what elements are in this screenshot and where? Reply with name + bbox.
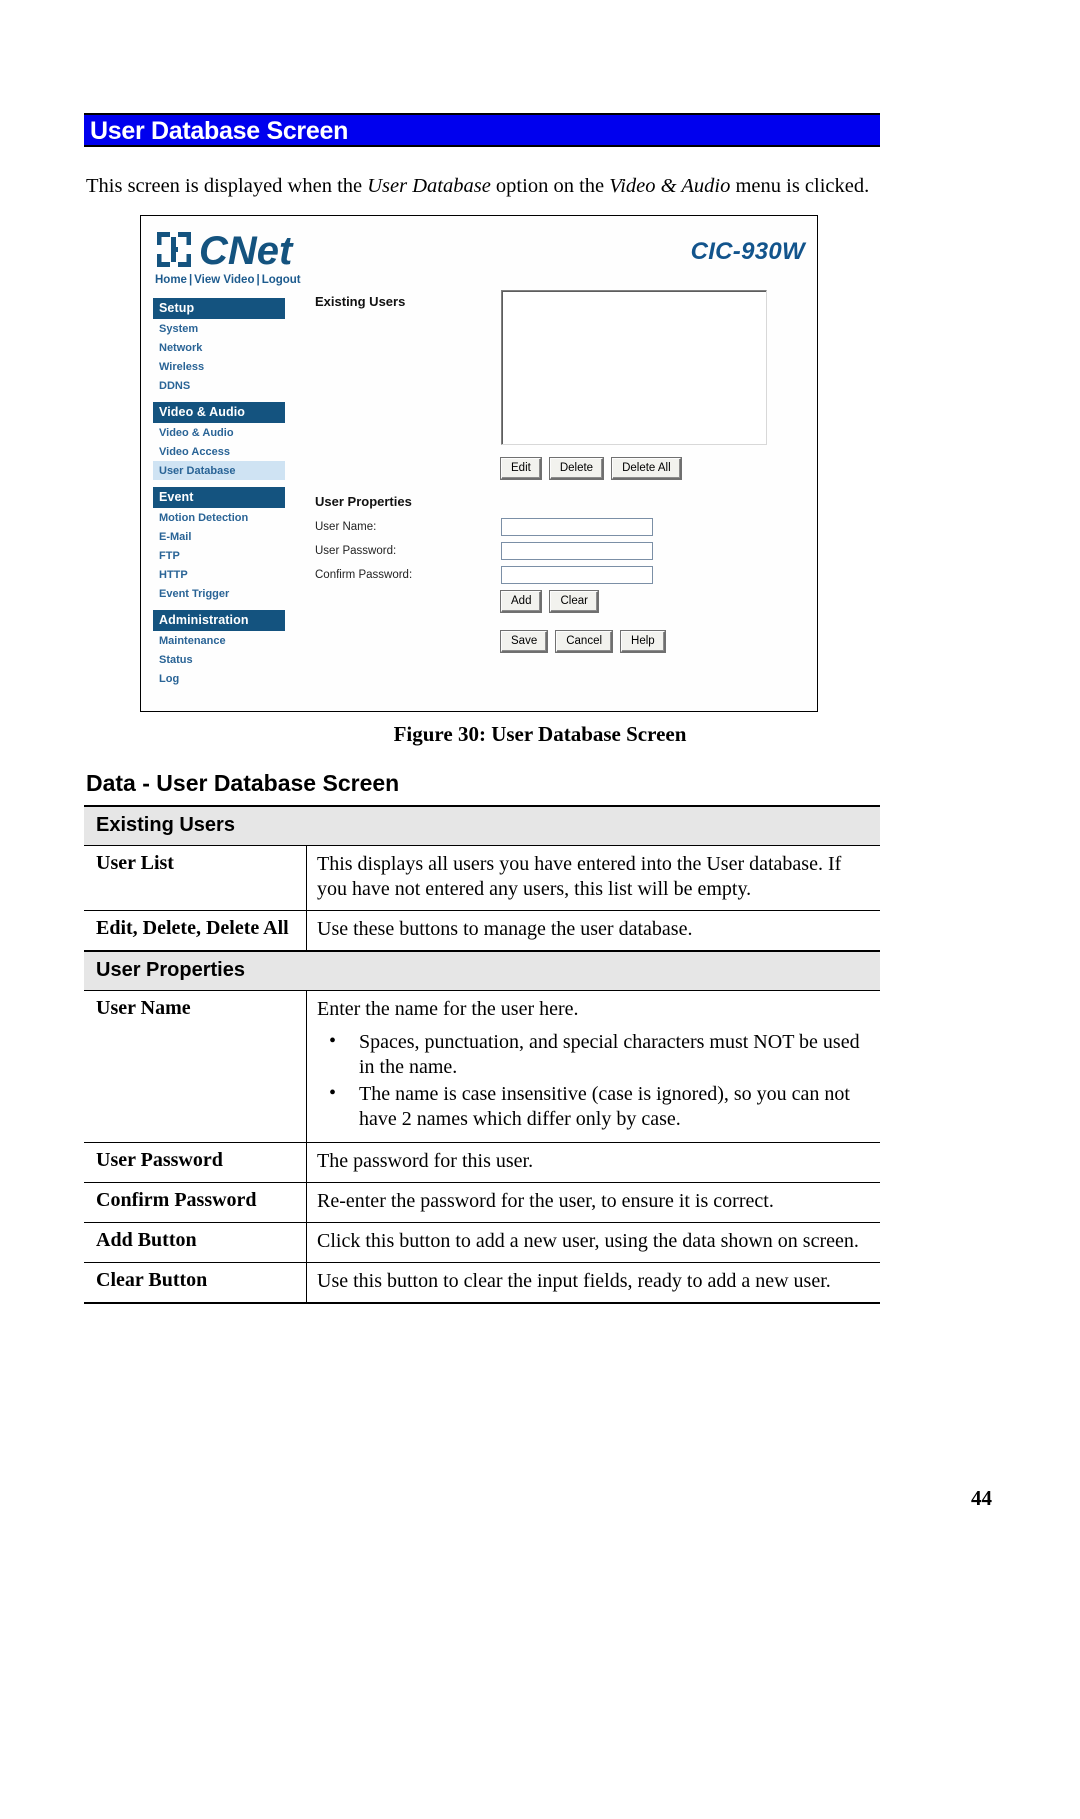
table-row: User Name Enter the name for the user he… <box>84 990 880 1143</box>
svg-text:CNet: CNet <box>199 229 294 273</box>
sidebar-item-network[interactable]: Network <box>153 338 285 357</box>
field-row-confirm-password: Confirm Password: <box>315 566 765 590</box>
intro-paragraph: This screen is displayed when the User D… <box>86 173 886 199</box>
row-value-user-list: This displays all users you have entered… <box>306 845 880 911</box>
user-password-input[interactable] <box>501 542 653 560</box>
edit-button[interactable]: Edit <box>501 458 541 479</box>
link-view-video[interactable]: View Video <box>194 274 254 286</box>
nav-header-video-audio: Video & Audio <box>153 402 285 423</box>
clear-button[interactable]: Clear <box>550 591 598 612</box>
sidebar-item-email[interactable]: E-Mail <box>153 527 285 546</box>
sidebar-item-log[interactable]: Log <box>153 669 285 688</box>
list-buttons-row: Edit Delete Delete All <box>501 458 690 479</box>
group-label-user-properties: User Properties <box>84 950 880 991</box>
page-title: User Database Screen <box>90 117 349 145</box>
row-value-user-password: The password for this user. <box>306 1142 880 1183</box>
sidebar-item-video-access[interactable]: Video Access <box>153 442 285 461</box>
device-model-label: CIC-930W <box>690 238 805 265</box>
group-label-existing-users: Existing Users <box>84 805 880 846</box>
user-name-bullet-list: Spaces, punctuation, and special charact… <box>317 1029 870 1132</box>
row-value-add-button: Click this button to add a new user, usi… <box>306 1222 880 1263</box>
sidebar-item-video-audio[interactable]: Video & Audio <box>153 423 285 442</box>
existing-users-list[interactable] <box>501 290 767 445</box>
field-row-user-password: User Password: <box>315 542 765 566</box>
row-key-user-password: User Password <box>84 1142 307 1183</box>
user-properties-title: User Properties <box>315 494 412 509</box>
figure-screenshot: CNet CIC-930W Home | View Video | Logout Set… <box>140 215 818 712</box>
table-group-existing-users: Existing Users <box>84 805 880 846</box>
page-title-banner: User Database Screen <box>84 113 880 147</box>
main-panel: Existing Users Edit Delete Delete All User… <box>309 286 809 705</box>
sidebar-item-http[interactable]: HTTP <box>153 565 285 584</box>
table-group-user-properties: User Properties <box>84 950 880 991</box>
cnet-logo: CNet <box>155 228 415 274</box>
delete-all-button[interactable]: Delete All <box>612 458 681 479</box>
intro-text-after: menu is clicked. <box>730 175 870 197</box>
nav-header-administration: Administration <box>153 610 285 631</box>
user-name-input[interactable] <box>501 518 653 536</box>
row-key-add-button: Add Button <box>84 1222 307 1263</box>
action-buttons-row: Save Cancel Help <box>501 631 674 652</box>
table-row: User List This displays all users you ha… <box>84 845 880 911</box>
save-button[interactable]: Save <box>501 631 548 652</box>
user-name-label: User Name: <box>315 521 377 533</box>
top-links: Home | View Video | Logout <box>155 274 301 286</box>
sidebar-item-user-database[interactable]: User Database <box>153 461 285 480</box>
add-button[interactable]: Add <box>501 591 542 612</box>
intro-italic-user-database: User Database <box>367 175 491 197</box>
link-logout[interactable]: Logout <box>262 274 301 286</box>
confirm-password-label: Confirm Password: <box>315 569 413 581</box>
table-row: Clear Button Use this button to clear th… <box>84 1262 880 1304</box>
document-page: User Database Screen This screen is disp… <box>0 0 1080 1819</box>
row-value-user-name: Enter the name for the user here. Spaces… <box>306 990 880 1143</box>
list-item: Spaces, punctuation, and special charact… <box>317 1029 870 1080</box>
user-properties-form: User Name: User Password: Confirm Passwo… <box>315 518 765 590</box>
confirm-password-input[interactable] <box>501 566 653 584</box>
table-row: User Password The password for this user… <box>84 1142 880 1183</box>
table-row: Edit, Delete, Delete All Use these butto… <box>84 910 880 952</box>
delete-button[interactable]: Delete <box>549 458 604 479</box>
existing-users-title: Existing Users <box>315 294 406 309</box>
table-row: Add Button Click this button to add a ne… <box>84 1222 880 1263</box>
device-web-ui: CNet CIC-930W Home | View Video | Logout Set… <box>141 216 817 711</box>
data-section-heading: Data - User Database Screen <box>86 770 400 796</box>
sidebar-item-motion-detection[interactable]: Motion Detection <box>153 508 285 527</box>
sidebar-item-ftp[interactable]: FTP <box>153 546 285 565</box>
row-key-clear-button: Clear Button <box>84 1262 307 1304</box>
sidebar-item-ddns[interactable]: DDNS <box>153 376 285 395</box>
table-row: Confirm Password Re-enter the password f… <box>84 1182 880 1223</box>
link-home[interactable]: Home <box>155 274 187 286</box>
row-key-user-name: User Name <box>84 990 307 1143</box>
sidebar-item-wireless[interactable]: Wireless <box>153 357 285 376</box>
sidebar-item-event-trigger[interactable]: Event Trigger <box>153 584 285 603</box>
cancel-button[interactable]: Cancel <box>556 631 613 652</box>
nav-header-event: Event <box>153 487 285 508</box>
sidebar-item-status[interactable]: Status <box>153 650 285 669</box>
user-password-label: User Password: <box>315 545 397 557</box>
link-separator-2: | <box>256 274 260 286</box>
nav-header-setup: Setup <box>153 298 285 319</box>
data-table: Existing Users User List This displays a… <box>84 805 880 1304</box>
figure-caption: Figure 30: User Database Screen <box>393 722 687 746</box>
list-item: The name is case insensitive (case is ig… <box>317 1081 870 1132</box>
field-row-user-name: User Name: <box>315 518 765 542</box>
row-value-edit-delete: Use these buttons to manage the user dat… <box>306 910 880 952</box>
intro-text-middle: option on the <box>490 175 610 197</box>
row-value-user-name-text: Enter the name for the user here. <box>317 998 579 1020</box>
row-key-confirm-password: Confirm Password <box>84 1182 307 1223</box>
row-key-edit-delete: Edit, Delete, Delete All <box>84 910 307 952</box>
sidebar-item-maintenance[interactable]: Maintenance <box>153 631 285 650</box>
row-value-clear-button: Use this button to clear the input field… <box>306 1262 880 1304</box>
help-button[interactable]: Help <box>621 631 665 652</box>
intro-italic-video-audio: Video & Audio <box>609 175 731 197</box>
page-number: 44 <box>971 1486 992 1510</box>
row-key-user-list: User List <box>84 845 307 911</box>
sidebar-item-system[interactable]: System <box>153 319 285 338</box>
row-value-confirm-password: Re-enter the password for the user, to e… <box>306 1182 880 1223</box>
intro-text-before: This screen is displayed when the <box>86 175 368 197</box>
sidebar-nav: Setup System Network Wireless DDNS Video… <box>153 298 285 688</box>
form-buttons-row: Add Clear <box>501 591 607 612</box>
